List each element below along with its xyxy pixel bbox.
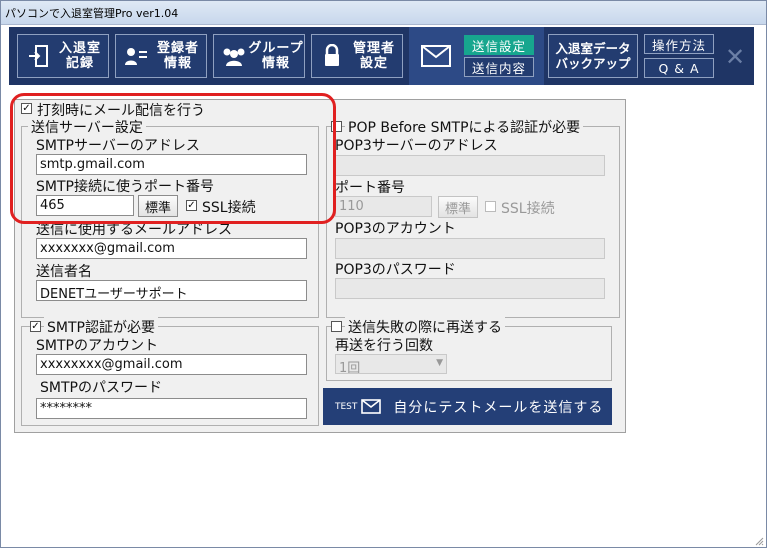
sender-name-input[interactable]: DENETユーザーサポート: [36, 280, 307, 301]
group-icon: [220, 42, 248, 70]
admin-settings-button[interactable]: 管理者 設定: [311, 34, 403, 78]
pop3-password-label: POP3のパスワード: [335, 262, 456, 278]
person-card-icon: [122, 42, 150, 70]
main-toolbar: 入退室 記録 登録者 情報 グループ 情報 管理者 設定 送信設定 送信内容 入…: [9, 27, 754, 85]
group-info-label: グループ 情報: [248, 41, 304, 71]
pop-before-smtp-group: POP Before SMTPによる認証が必要 POP3サーバーのアドレス ポー…: [326, 117, 620, 318]
smtp-password-label: SMTPのパスワード: [40, 380, 162, 396]
sender-name-label: 送信者名: [36, 264, 92, 280]
resend-checkbox[interactable]: [331, 321, 342, 332]
window-title: パソコンで入退室管理Pro ver1.04: [5, 7, 179, 20]
tab-send-content[interactable]: 送信内容: [464, 57, 534, 77]
smtp-auth-legend: SMTP認証が必要: [44, 317, 158, 337]
qa-button[interactable]: Q & A: [644, 58, 714, 78]
sender-address-input[interactable]: xxxxxxx@gmail.com: [36, 238, 307, 259]
app-window: パソコンで入退室管理Pro ver1.04 入退室 記録 登録者 情報 グループ…: [0, 0, 767, 548]
close-icon[interactable]: ✕: [725, 43, 745, 71]
smtp-account-input[interactable]: xxxxxxxx@gmail.com: [36, 354, 307, 375]
door-exit-icon: [24, 42, 52, 70]
backup-label: 入退室データ バックアップ: [555, 41, 631, 71]
envelope-icon: [421, 45, 451, 71]
mail-section: 送信設定 送信内容: [409, 27, 544, 85]
entry-record-button[interactable]: 入退室 記録: [17, 34, 109, 78]
send-test-mail-label: 自分にテストメールを送信する: [393, 399, 604, 416]
registrant-info-button[interactable]: 登録者 情報: [115, 34, 207, 78]
pop3-ssl-label: SSL接続: [501, 201, 555, 217]
pop3-account-input[interactable]: [335, 238, 605, 259]
entry-record-label: 入退室 記録: [58, 41, 101, 71]
pop3-password-input[interactable]: [335, 278, 605, 299]
resend-legend: 送信失敗の際に再送する: [345, 317, 505, 337]
pop3-port-input[interactable]: 110: [335, 196, 432, 217]
dropdown-arrow-icon: ▼: [436, 358, 443, 368]
smtp-auth-checkbox[interactable]: ✓: [30, 321, 41, 332]
lock-icon: [318, 42, 346, 70]
test-tag: TEST: [335, 401, 358, 412]
title-bar: パソコンで入退室管理Pro ver1.04: [1, 1, 766, 25]
resend-group: 送信失敗の際に再送する 再送を行う回数 1回 ▼: [326, 317, 612, 381]
resize-grip-icon[interactable]: [754, 535, 764, 546]
resend-count-select[interactable]: 1回 ▼: [335, 354, 447, 374]
pop3-account-label: POP3のアカウント: [335, 221, 456, 237]
admin-settings-label: 管理者 設定: [352, 41, 395, 71]
smtp-auth-group: ✓ SMTP認証が必要 SMTPのアカウント xxxxxxxx@gmail.co…: [21, 317, 319, 426]
registrant-info-label: 登録者 情報: [156, 41, 199, 71]
pop3-ssl-checkbox[interactable]: [485, 201, 496, 212]
pop3-server-input[interactable]: [335, 155, 605, 176]
tab-send-settings[interactable]: 送信設定: [464, 35, 534, 55]
resend-count-value: 1回: [339, 361, 361, 374]
highlight-annotation: [10, 93, 336, 224]
send-test-mail-button[interactable]: TEST 自分にテストメールを送信する: [323, 388, 612, 425]
group-info-button[interactable]: グループ 情報: [213, 34, 305, 78]
smtp-password-input[interactable]: ********: [36, 398, 307, 419]
pop-before-smtp-legend: POP Before SMTPによる認証が必要: [345, 117, 584, 137]
envelope-icon: [361, 399, 382, 414]
pop3-server-label: POP3サーバーのアドレス: [335, 138, 498, 154]
smtp-account-label: SMTPのアカウント: [36, 338, 158, 354]
pop3-port-label: ポート番号: [335, 180, 405, 196]
backup-button[interactable]: 入退室データ バックアップ: [548, 34, 638, 78]
pop3-port-standard-button[interactable]: 標準: [438, 196, 478, 218]
resend-count-label: 再送を行う回数: [335, 338, 433, 354]
howto-button[interactable]: 操作方法: [644, 34, 714, 54]
